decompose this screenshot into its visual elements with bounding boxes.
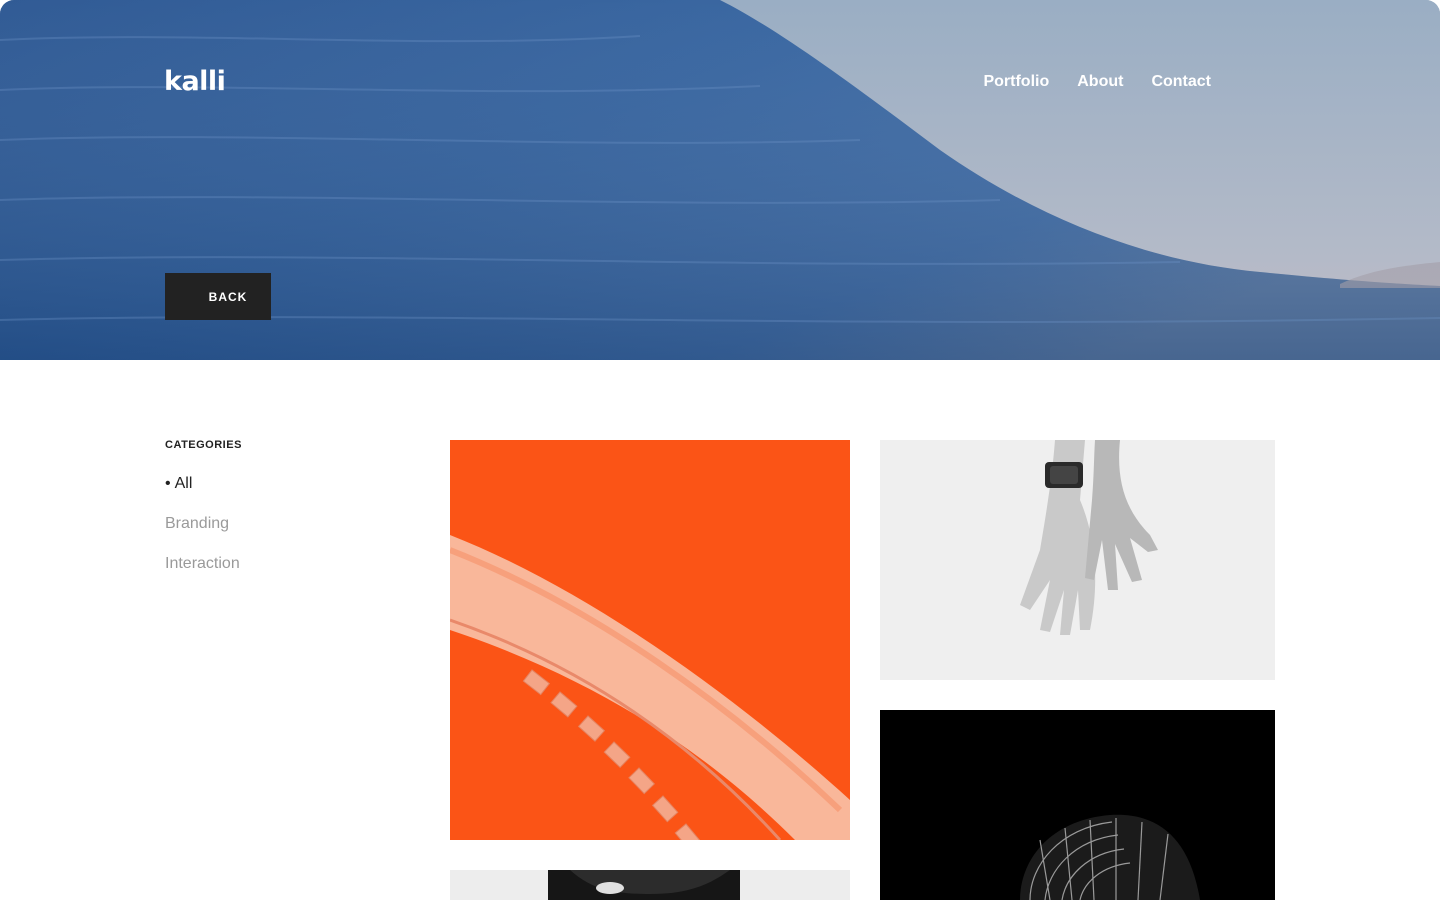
portrait-image <box>450 870 850 900</box>
hero-banner: kalli Portfolio About Contact BACK <box>0 0 1440 360</box>
orange-staircase-image <box>450 440 850 840</box>
sphere-building-image <box>880 710 1275 900</box>
category-list: • All Branding Interaction <box>165 474 240 594</box>
portfolio-item-portrait[interactable] <box>450 870 850 900</box>
portfolio-page: kalli Portfolio About Contact BACK CATEG… <box>0 0 1440 900</box>
back-button[interactable]: BACK <box>165 273 271 320</box>
category-item-all[interactable]: • All <box>165 474 240 514</box>
category-item-interaction[interactable]: Interaction <box>165 554 240 594</box>
category-item-branding[interactable]: Branding <box>165 514 240 554</box>
main-nav: Portfolio About Contact <box>983 72 1211 92</box>
categories-heading: CATEGORIES <box>165 439 242 451</box>
site-logo[interactable]: kalli <box>164 64 226 100</box>
nav-about[interactable]: About <box>1077 72 1123 92</box>
portfolio-item-orange-staircase[interactable] <box>450 440 850 840</box>
nav-portfolio[interactable]: Portfolio <box>983 72 1049 92</box>
active-bullet-icon: • <box>165 475 171 492</box>
portfolio-item-hands[interactable] <box>880 440 1275 680</box>
nav-contact[interactable]: Contact <box>1151 72 1211 92</box>
portfolio-item-sphere[interactable] <box>880 710 1275 900</box>
hands-watch-image <box>880 440 1275 680</box>
category-label: All <box>174 475 193 492</box>
